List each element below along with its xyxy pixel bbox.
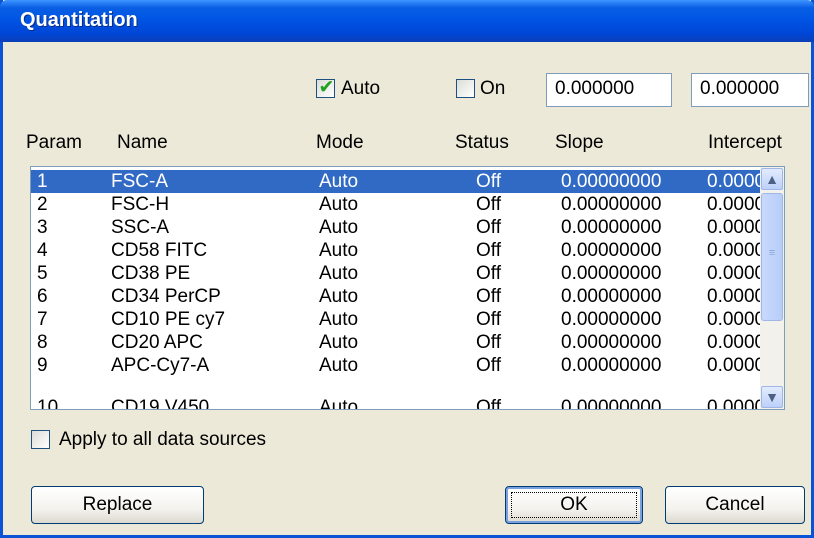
mode-cell: Auto: [319, 286, 359, 307]
list-item[interactable]: 3 SSC-A Auto Off 0.00000000 0.00000000: [31, 216, 760, 239]
mode-cell: Auto: [319, 217, 359, 238]
cancel-button[interactable]: Cancel: [665, 486, 805, 524]
mode-cell: Auto: [319, 263, 359, 284]
param-cell: 5: [37, 263, 48, 284]
replace-button[interactable]: Replace: [31, 486, 204, 524]
name-cell: APC-Cy7-A: [111, 355, 210, 376]
status-cell: Off: [476, 171, 501, 192]
scroll-up-icon[interactable]: ▲: [761, 168, 783, 190]
check-icon: ✔: [318, 77, 335, 98]
intercept-cell: 0.00000000: [707, 240, 760, 261]
param-cell: 7: [37, 309, 48, 330]
status-cell: Off: [476, 240, 501, 261]
status-cell: Off: [476, 217, 501, 238]
mode-cell: Auto: [319, 332, 359, 353]
column-header-param: Param: [26, 132, 82, 153]
slope-cell: 0.00000000: [561, 194, 662, 215]
column-header-mode: Mode: [316, 132, 364, 153]
name-cell: CD58 FITC: [111, 240, 208, 261]
scroll-down-icon[interactable]: ▼: [761, 386, 783, 408]
on-checkbox[interactable]: [456, 79, 475, 98]
param-cell: 4: [37, 240, 48, 261]
slope-input[interactable]: 0.000000: [546, 73, 672, 107]
intercept-cell: 0.00000000: [707, 332, 760, 353]
auto-checkbox[interactable]: ✔: [316, 77, 335, 98]
list-item[interactable]: 7 CD10 PE cy7 Auto Off 0.00000000 0.0000…: [31, 308, 760, 331]
list-item[interactable]: 9 APC-Cy7-A Auto Off 0.00000000 0.000000…: [31, 354, 760, 377]
slope-cell: 0.00000000: [561, 309, 662, 330]
list-item[interactable]: 6 CD34 PerCP Auto Off 0.00000000 0.00000…: [31, 285, 760, 308]
intercept-cell: 0.00000000: [707, 171, 760, 192]
mode-cell: Auto: [319, 397, 359, 410]
name-cell: FSC-A: [111, 171, 168, 192]
slope-cell: 0.00000000: [561, 355, 662, 376]
column-header-status: Status: [455, 132, 509, 153]
slope-cell: 0.00000000: [561, 332, 662, 353]
column-header-intercept: Intercept: [708, 132, 782, 153]
slope-cell: 0.00000000: [561, 171, 662, 192]
focus-rect: [511, 492, 637, 518]
scroll-grip-icon: ≡: [768, 247, 776, 259]
list-item[interactable]: 4 CD58 FITC Auto Off 0.00000000 0.000000…: [31, 239, 760, 262]
status-cell: Off: [476, 263, 501, 284]
name-cell: SSC-A: [111, 217, 170, 238]
param-cell: 9: [37, 355, 48, 376]
intercept-cell: 0.00000000: [707, 194, 760, 215]
scroll-thumb[interactable]: ≡: [761, 193, 783, 321]
status-cell: Off: [476, 355, 501, 376]
list-item[interactable]: 8 CD20 APC Auto Off 0.00000000 0.0000000…: [31, 331, 760, 354]
param-cell: 2: [37, 194, 48, 215]
column-header-name: Name: [117, 132, 168, 153]
status-cell: Off: [476, 286, 501, 307]
name-cell: CD10 PE cy7: [111, 309, 226, 330]
ok-button[interactable]: OK: [505, 486, 643, 524]
list-item[interactable]: 10 CD19 V450 Auto Off 0.00000000 0.00000…: [31, 396, 760, 410]
list-item[interactable]: 2 FSC-H Auto Off 0.00000000 0.00000000: [31, 193, 760, 216]
apply-all-label: Apply to all data sources: [59, 429, 267, 450]
name-cell: CD19 V450: [111, 397, 210, 410]
status-cell: Off: [476, 194, 501, 215]
mode-cell: Auto: [319, 240, 359, 261]
name-cell: CD20 APC: [111, 332, 203, 353]
intercept-cell: 0.00000000: [707, 286, 760, 307]
param-cell: 8: [37, 332, 48, 353]
slope-cell: 0.00000000: [561, 240, 662, 261]
param-cell: 1: [37, 171, 48, 192]
param-cell: 6: [37, 286, 48, 307]
name-cell: CD38 PE: [111, 263, 191, 284]
slope-cell: 0.00000000: [561, 263, 662, 284]
title-bar[interactable]: Quantitation: [0, 0, 814, 42]
intercept-cell: 0.00000000: [707, 355, 760, 376]
intercept-cell: 0.00000000: [707, 397, 760, 410]
status-cell: Off: [476, 309, 501, 330]
intercept-cell: 0.00000000: [707, 217, 760, 238]
window-title: Quantitation: [20, 9, 138, 31]
mode-cell: Auto: [319, 194, 359, 215]
status-cell: Off: [476, 397, 501, 410]
slope-cell: 0.00000000: [561, 286, 662, 307]
intercept-cell: 0.00000000: [707, 263, 760, 284]
param-cell: 3: [37, 217, 48, 238]
parameter-list[interactable]: 1 FSC-A Auto Off 0.00000000 0.00000000 2…: [30, 166, 785, 410]
quantitation-dialog: Quantitation ✔ Auto On 0.000000 0.000000…: [0, 0, 814, 538]
apply-all-checkbox[interactable]: [31, 430, 50, 449]
name-cell: FSC-H: [111, 194, 170, 215]
on-checkbox-label: On: [480, 78, 506, 99]
intercept-input[interactable]: 0.000000: [691, 73, 809, 107]
mode-cell: Auto: [319, 309, 359, 330]
slope-cell: 0.00000000: [561, 217, 662, 238]
status-cell: Off: [476, 332, 501, 353]
list-scrollbar[interactable]: ▲ ≡ ▼: [760, 167, 784, 409]
slope-cell: 0.00000000: [561, 397, 662, 410]
list-item[interactable]: 5 CD38 PE Auto Off 0.00000000 0.00000000: [31, 262, 760, 285]
mode-cell: Auto: [319, 171, 359, 192]
mode-cell: Auto: [319, 355, 359, 376]
list-item-selected[interactable]: 1 FSC-A Auto Off 0.00000000 0.00000000: [31, 170, 760, 193]
auto-checkbox-label: Auto: [341, 78, 381, 99]
column-header-slope: Slope: [555, 132, 604, 153]
intercept-cell: 0.00000000: [707, 309, 760, 330]
name-cell: CD34 PerCP: [111, 286, 221, 307]
param-cell: 10: [37, 397, 59, 410]
